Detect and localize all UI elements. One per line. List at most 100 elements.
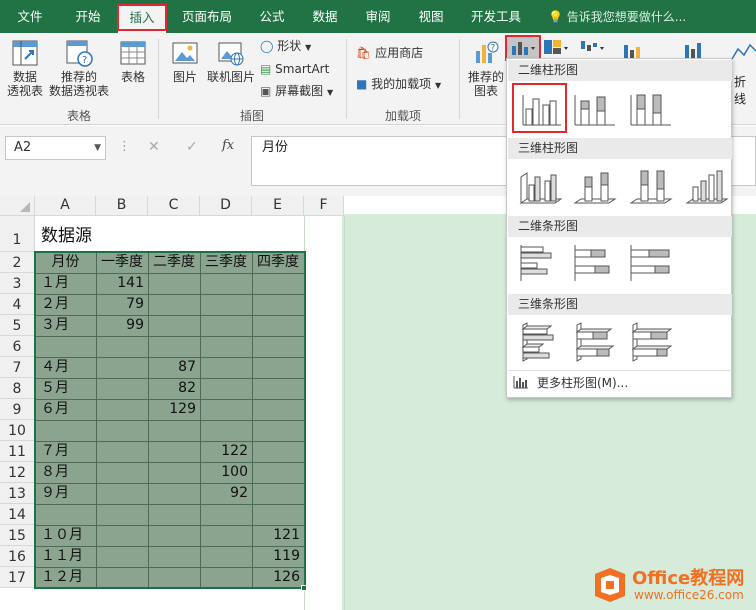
data-cell[interactable]: ２月 [35, 294, 96, 315]
data-cell[interactable] [200, 420, 252, 441]
chevron-down-icon[interactable]: ▼ [94, 137, 101, 159]
data-cell[interactable] [252, 336, 304, 357]
row-header[interactable]: 8 [0, 378, 35, 399]
3d-clustered-column-option[interactable] [517, 163, 565, 207]
data-cell[interactable] [252, 315, 304, 336]
data-cell[interactable] [252, 441, 304, 462]
100-stacked-bar-option[interactable] [627, 241, 675, 285]
data-cell[interactable] [200, 525, 252, 546]
tab-formulas[interactable]: 公式 [252, 6, 292, 28]
sheet-title[interactable]: 数据源 [35, 222, 92, 252]
header-cell[interactable]: 二季度 [148, 252, 200, 273]
row-header[interactable]: 15 [0, 525, 35, 546]
tab-view[interactable]: 视图 [411, 6, 451, 28]
name-box[interactable]: A2 ▼ [5, 136, 106, 160]
data-cell[interactable]: １０月 [35, 525, 96, 546]
data-cell[interactable]: 121 [252, 525, 304, 546]
data-cell[interactable] [200, 273, 252, 294]
row-header[interactable]: 17 [0, 567, 35, 588]
row-header[interactable]: 7 [0, 357, 35, 378]
data-cell[interactable] [35, 420, 96, 441]
waterfall-chart-button[interactable] [578, 37, 608, 59]
3d-stacked-bar-option[interactable] [571, 321, 619, 365]
clustered-bar-option[interactable] [517, 241, 565, 285]
row-header[interactable]: 10 [0, 420, 35, 441]
data-cell[interactable] [252, 273, 304, 294]
data-cell[interactable] [148, 525, 200, 546]
data-cell[interactable] [200, 357, 252, 378]
data-cell[interactable] [252, 504, 304, 525]
picture-button[interactable]: 图片 [165, 39, 205, 84]
data-cell[interactable] [252, 483, 304, 504]
header-cell[interactable]: 月份 [35, 252, 96, 273]
3d-stacked-column-option[interactable] [571, 163, 619, 207]
data-cell[interactable] [96, 504, 148, 525]
data-cell[interactable] [252, 399, 304, 420]
row-header[interactable]: 14 [0, 504, 35, 525]
data-cell[interactable] [148, 420, 200, 441]
store-button[interactable]: 🛍 应用商店 [356, 45, 423, 61]
data-cell[interactable]: １１月 [35, 546, 96, 567]
data-cell[interactable] [96, 399, 148, 420]
column-header-b[interactable]: B [96, 196, 148, 216]
row-header[interactable]: 11 [0, 441, 35, 462]
column-header-d[interactable]: D [200, 196, 252, 216]
data-cell[interactable] [96, 462, 148, 483]
tell-me-box[interactable]: 💡 告诉我您想要做什么... [548, 6, 686, 28]
data-cell[interactable] [35, 504, 96, 525]
data-cell[interactable] [148, 441, 200, 462]
recommended-pivot-button[interactable]: ? 推荐的 数据透视表 [48, 39, 110, 98]
header-cell[interactable]: 一季度 [96, 252, 148, 273]
data-cell[interactable] [148, 315, 200, 336]
data-cell[interactable] [200, 567, 252, 588]
more-column-charts-option[interactable]: 更多柱形图(M)... [513, 373, 628, 393]
recommended-charts-button[interactable]: ? 推荐的 图表 [464, 39, 508, 98]
select-all-corner[interactable] [0, 196, 35, 216]
data-cell[interactable] [96, 420, 148, 441]
header-cell[interactable]: 四季度 [252, 252, 304, 273]
data-cell[interactable] [200, 336, 252, 357]
data-cell[interactable] [148, 462, 200, 483]
column-header-a[interactable]: A [35, 196, 96, 216]
cancel-icon[interactable]: ✕ [148, 139, 160, 155]
column-header-f[interactable]: F [304, 196, 344, 216]
column-header-c[interactable]: C [148, 196, 200, 216]
tab-home[interactable]: 开始 [66, 6, 110, 28]
data-cell[interactable]: ８月 [35, 462, 96, 483]
data-cell[interactable] [96, 441, 148, 462]
data-cell[interactable] [200, 315, 252, 336]
screenshot-button[interactable]: ▣ 屏幕截图 ▼ [260, 83, 333, 99]
data-cell[interactable] [200, 399, 252, 420]
data-cell[interactable] [252, 420, 304, 441]
tab-page-layout[interactable]: 页面布局 [177, 6, 237, 28]
data-cell[interactable] [252, 357, 304, 378]
data-cell[interactable] [252, 462, 304, 483]
data-cell[interactable] [148, 504, 200, 525]
data-cell[interactable]: 79 [96, 294, 148, 315]
online-picture-button[interactable]: 联机图片 [204, 39, 258, 84]
table-button[interactable]: 表格 [113, 39, 153, 84]
data-cell[interactable]: 129 [148, 399, 200, 420]
row-header[interactable]: 4 [0, 294, 35, 315]
row-header[interactable]: 2 [0, 252, 35, 273]
data-cell[interactable] [200, 504, 252, 525]
data-cell[interactable]: 122 [200, 441, 252, 462]
tab-file[interactable]: 文件 [8, 6, 52, 28]
data-cell[interactable] [96, 336, 148, 357]
data-cell[interactable] [148, 273, 200, 294]
data-cell[interactable]: 119 [252, 546, 304, 567]
function-icon[interactable]: fx [222, 138, 234, 153]
line-sparkline-button[interactable] [730, 39, 756, 67]
data-cell[interactable] [96, 483, 148, 504]
data-cell[interactable]: ７月 [35, 441, 96, 462]
data-cell[interactable] [148, 567, 200, 588]
data-cell[interactable] [96, 525, 148, 546]
data-cell[interactable]: ５月 [35, 378, 96, 399]
row-header[interactable]: 5 [0, 315, 35, 336]
column-header-e[interactable]: E [252, 196, 304, 216]
data-cell[interactable]: １月 [35, 273, 96, 294]
data-cell[interactable] [96, 357, 148, 378]
data-cell[interactable] [96, 378, 148, 399]
data-cell[interactable]: 82 [148, 378, 200, 399]
data-cell[interactable]: ４月 [35, 357, 96, 378]
